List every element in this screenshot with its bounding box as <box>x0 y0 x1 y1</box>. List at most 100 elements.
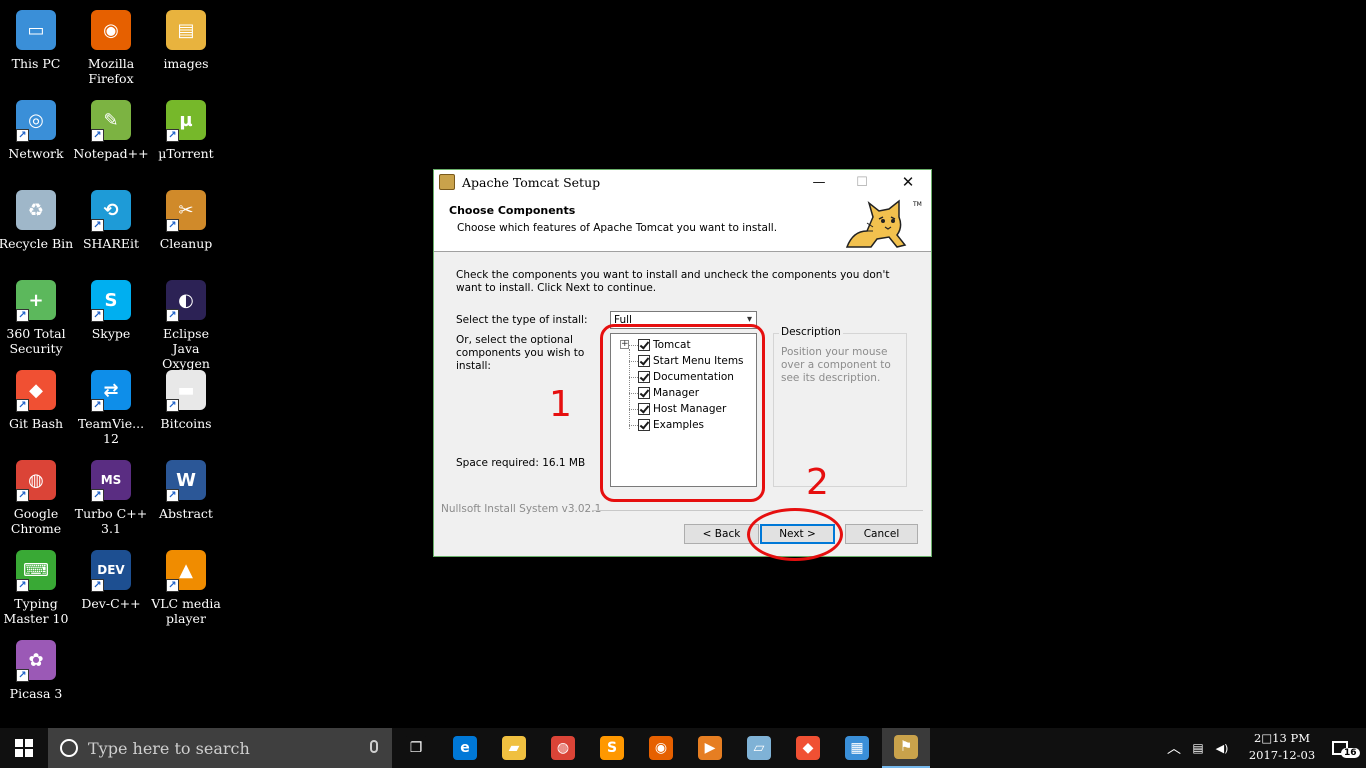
desktop-icon-label: Google Chrome <box>10 506 62 536</box>
notifications-button[interactable]: 16 <box>1322 728 1360 768</box>
desktop-icon[interactable]: ⌨ ↗ Typing Master 10 <box>0 548 74 626</box>
desktop-icon[interactable]: ◎ ↗ Network <box>0 98 74 161</box>
app-icon: ◍ ↗ <box>14 458 58 502</box>
app-icon: ▬ ↗ <box>164 368 208 412</box>
desktop-icon[interactable]: ◐ ↗ Eclipse Java Oxygen <box>148 278 224 371</box>
shortcut-arrow-icon: ↗ <box>166 579 179 592</box>
windows-logo-icon <box>15 739 33 757</box>
title-bar[interactable]: Apache Tomcat Setup — ☐ ✕ <box>434 170 931 194</box>
desktop-icon[interactable]: ✎ ↗ Notepad++ <box>73 98 149 161</box>
start-button[interactable] <box>0 728 48 768</box>
desktop-icon[interactable]: DEV ↗ Dev-C++ <box>73 548 149 611</box>
desktop-icon-label: SHAREit <box>82 236 140 251</box>
taskbar-app-sublime-text[interactable]: S <box>588 728 636 768</box>
annotation-ring-components <box>600 324 765 502</box>
app-icon: ⇄ ↗ <box>89 368 133 412</box>
taskbar-app-edge[interactable]: e <box>441 728 489 768</box>
app-icon: ▤ <box>164 8 208 52</box>
taskbar-app-control-panel[interactable]: ▦ <box>833 728 881 768</box>
desktop-icon[interactable]: + ↗ 360 Total Security <box>0 278 74 356</box>
shortcut-arrow-icon: ↗ <box>166 309 179 322</box>
taskbar-app-tomcat[interactable]: ⚑ <box>882 728 930 768</box>
desktop-icon[interactable]: ◉ Mozilla Firefox <box>73 8 149 86</box>
desktop-icon-label: This PC <box>11 56 61 71</box>
tomcat-icon: ⚑ <box>894 735 918 759</box>
network-icon[interactable]: ▤ <box>1187 728 1209 768</box>
desktop-icon[interactable]: ◆ ↗ Git Bash <box>0 368 74 431</box>
app-icon: ⌨ ↗ <box>14 548 58 592</box>
tomcat-app-icon <box>439 174 455 190</box>
shortcut-arrow-icon: ↗ <box>16 489 29 502</box>
app-glyph-icon: ◉ <box>91 10 131 50</box>
git-icon: ◆ <box>796 736 820 760</box>
app-icon: + ↗ <box>14 278 58 322</box>
shortcut-arrow-icon: ↗ <box>16 579 29 592</box>
page-title: Choose Components <box>449 204 576 217</box>
minimize-button[interactable]: — <box>796 170 842 194</box>
taskbar-clock[interactable]: 2□13 PM 2017-12-03 <box>1242 730 1322 764</box>
notes-icon: ▱ <box>747 736 771 760</box>
taskbar-app-chrome[interactable]: ◍ <box>539 728 587 768</box>
desktop-icon[interactable]: ⇄ ↗ TeamVie... 12 <box>73 368 149 446</box>
app-icon: MS ↗ <box>89 458 133 502</box>
shortcut-arrow-icon: ↗ <box>91 129 104 142</box>
desktop-icon-label: Turbo C++ 3.1 <box>74 506 148 536</box>
app-glyph-icon: ♻ <box>16 190 56 230</box>
desktop-icon[interactable]: MS ↗ Turbo C++ 3.1 <box>73 458 149 536</box>
desktop-icon-label: 360 Total Security <box>6 326 66 356</box>
app-icon: µ ↗ <box>164 98 208 142</box>
clock-date: 2017-12-03 <box>1248 748 1316 762</box>
desktop-icon-label: Picasa 3 <box>9 686 63 701</box>
cancel-button[interactable]: Cancel <box>845 524 918 544</box>
desktop-icon-label: Dev-C++ <box>81 596 141 611</box>
taskbar-app-firefox[interactable]: ◉ <box>637 728 685 768</box>
desktop-icon[interactable]: ▭ This PC <box>0 8 74 71</box>
desktop-icon-label: Abstract <box>159 506 213 521</box>
app-icon: ✎ ↗ <box>89 98 133 142</box>
description-title: Description <box>779 326 843 338</box>
desktop-icon[interactable]: S ↗ Skype <box>73 278 149 341</box>
shortcut-arrow-icon: ↗ <box>91 309 104 322</box>
desktop-icon-label: µTorrent <box>158 146 214 161</box>
taskbar-app-file-explorer[interactable]: ▰ <box>490 728 538 768</box>
app-icon: ▭ <box>14 8 58 52</box>
maximize-button[interactable]: ☐ <box>839 170 885 194</box>
description-group: Description Position your mouse over a c… <box>773 326 907 487</box>
volume-icon[interactable]: ◀) <box>1211 728 1233 768</box>
desktop-icon[interactable]: W ↗ Abstract <box>148 458 224 521</box>
taskbar-app-task-view[interactable]: ❐ <box>392 728 440 768</box>
shortcut-arrow-icon: ↗ <box>166 129 179 142</box>
tray-chevron-icon[interactable]: ︿ <box>1163 728 1185 768</box>
app-icon: ◉ <box>89 8 133 52</box>
desktop-icon[interactable]: ▲ ↗ VLC media player <box>148 548 224 626</box>
shortcut-arrow-icon: ↗ <box>166 219 179 232</box>
desktop-icon-label: Typing Master 10 <box>3 596 69 626</box>
desktop-icon[interactable]: µ ↗ µTorrent <box>148 98 224 161</box>
desktop-icon-label: Bitcoins <box>160 416 212 431</box>
desktop-icon[interactable]: ◍ ↗ Google Chrome <box>0 458 74 536</box>
install-type-label: Select the type of install: <box>456 314 588 326</box>
shortcut-arrow-icon: ↗ <box>91 219 104 232</box>
app-icon: DEV ↗ <box>89 548 133 592</box>
desktop-icon[interactable]: ✿ ↗ Picasa 3 <box>0 638 74 701</box>
annotation-label-1: 1 <box>549 384 572 425</box>
taskbar-app-notes[interactable]: ▱ <box>735 728 783 768</box>
desktop-icon[interactable]: ♻ Recycle Bin <box>0 188 74 251</box>
shortcut-arrow-icon: ↗ <box>91 579 104 592</box>
description-text: Position your mouse over a component to … <box>781 346 891 384</box>
desktop-icon[interactable]: ▬ ↗ Bitcoins <box>148 368 224 431</box>
file-explorer-icon: ▰ <box>502 736 526 760</box>
taskbar-app-media-player[interactable]: ▶ <box>686 728 734 768</box>
desktop-icon[interactable]: ▤ images <box>148 8 224 71</box>
taskbar-app-git[interactable]: ◆ <box>784 728 832 768</box>
close-button[interactable]: ✕ <box>885 170 931 194</box>
taskbar-search[interactable]: Type here to search <box>48 728 392 768</box>
microphone-icon[interactable] <box>370 740 378 753</box>
app-icon: ⟲ ↗ <box>89 188 133 232</box>
annotation-ring-next <box>747 508 843 561</box>
desktop-icon[interactable]: ⟲ ↗ SHAREit <box>73 188 149 251</box>
optional-components-label: Or, select the optional components you w… <box>456 334 585 372</box>
app-icon: ◎ ↗ <box>14 98 58 142</box>
taskbar: Type here to search ❐ e ▰ ◍ S ◉ ▶ ▱ ◆ ▦ ⚑ ︿ ▤ ◀) 2… <box>0 728 1366 768</box>
desktop-icon[interactable]: ✂ ↗ Cleanup <box>148 188 224 251</box>
